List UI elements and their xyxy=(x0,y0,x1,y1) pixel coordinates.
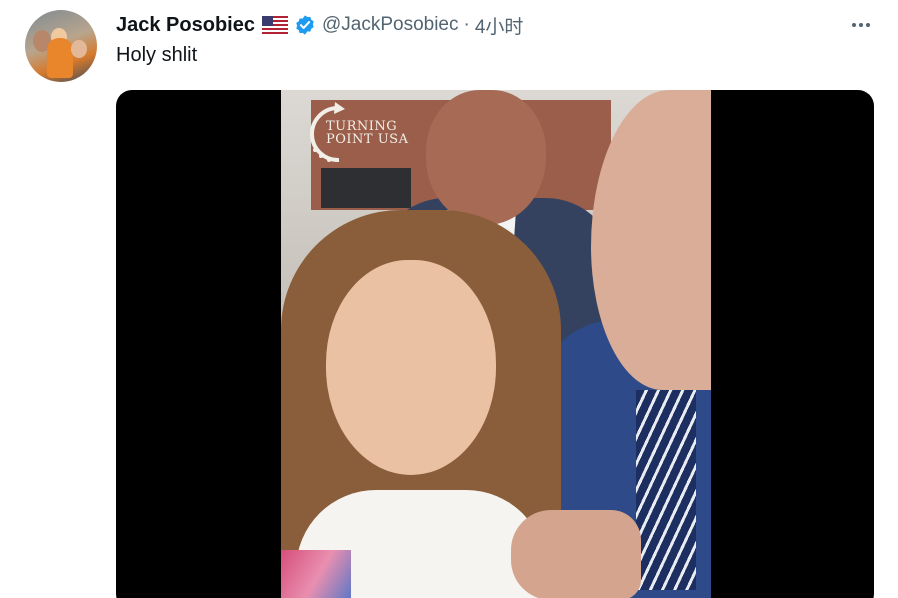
man-foreground-tie xyxy=(636,390,696,590)
avatar-child-body xyxy=(47,38,73,78)
video-watermark: TURNING POINT USA xyxy=(326,120,408,146)
more-dot xyxy=(859,23,863,27)
hand-on-shoulder xyxy=(511,510,641,598)
verified-badge-icon xyxy=(296,15,314,35)
tweet-text: Holy shlit xyxy=(116,44,198,66)
tweet-timestamp[interactable]: 4小时 xyxy=(475,12,524,39)
tweet: Jack Posobiec @JackPosobiec · 4小时 Holy s… xyxy=(0,0,898,598)
more-options-icon[interactable] xyxy=(846,16,876,34)
us-flag-icon xyxy=(261,16,288,34)
man-background-head xyxy=(426,90,546,225)
separator-dot: · xyxy=(463,14,470,35)
pennant-flag xyxy=(281,550,351,598)
girl-face xyxy=(326,260,496,475)
more-dot xyxy=(852,23,856,27)
more-dot xyxy=(866,23,870,27)
author-name[interactable]: Jack Posobiec xyxy=(116,14,255,37)
watermark-line-2: POINT USA xyxy=(326,132,409,147)
video-frame: TURNING POINT USA xyxy=(281,90,711,598)
tweet-header: Jack Posobiec @JackPosobiec · 4小时 xyxy=(116,11,523,39)
author-handle[interactable]: @JackPosobiec xyxy=(322,14,459,36)
avatar-person-child-2 xyxy=(71,40,87,58)
avatar[interactable] xyxy=(25,10,97,82)
tweet-video[interactable]: TURNING POINT USA xyxy=(116,90,874,598)
background-window xyxy=(321,168,411,208)
